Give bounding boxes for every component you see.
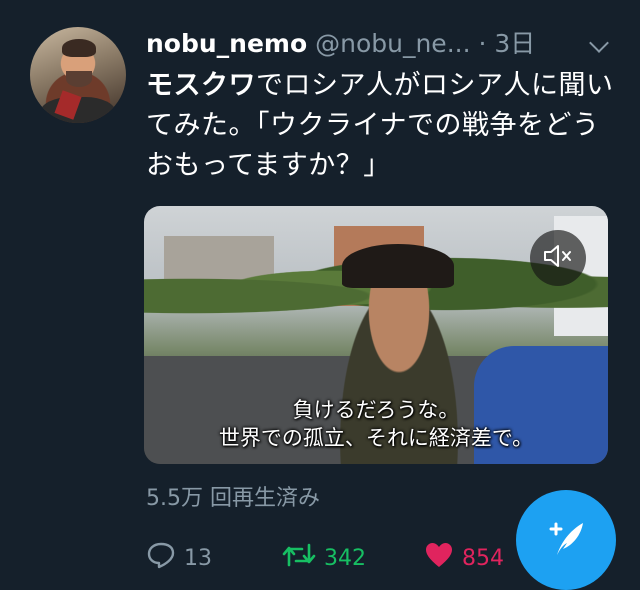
- view-count: 5.5万 回再生済み: [146, 486, 320, 511]
- caption-line-1: 負けるだろうな。: [292, 398, 460, 422]
- heart-icon: [424, 541, 462, 575]
- author-name[interactable]: nobu_nemo: [146, 29, 307, 58]
- tweet-text-bold: モスクワ: [146, 70, 256, 101]
- reply-button[interactable]: 13: [146, 540, 212, 576]
- avatar[interactable]: [30, 27, 126, 123]
- caption-line-2: 世界での孤立、それに経済差で。: [218, 426, 534, 450]
- like-button[interactable]: 854: [424, 540, 504, 576]
- compose-tweet-button[interactable]: [516, 490, 616, 590]
- speaker-muted-icon: [543, 243, 573, 273]
- like-count: 854: [462, 545, 504, 571]
- tweet-header: nobu_nemo @nobu_ne... · 3日: [146, 26, 600, 62]
- action-bar: 13 342 854: [146, 540, 526, 576]
- retweet-button[interactable]: 342: [282, 540, 366, 576]
- reply-count: 13: [184, 545, 212, 571]
- mute-button[interactable]: [530, 230, 586, 286]
- retweet-count: 342: [324, 545, 366, 571]
- video-caption: 負けるだろうな。 世界での孤立、それに経済差で。: [144, 396, 608, 452]
- author-handle[interactable]: @nobu_ne...: [315, 29, 470, 58]
- compose-feather-icon: [541, 513, 591, 567]
- separator: ·: [478, 29, 487, 58]
- tweet-text: モスクワでロシア人がロシア人に聞いてみた。「ウクライナでの戦争をどうおもってます…: [146, 66, 621, 186]
- tweet-time[interactable]: 3日: [494, 29, 535, 58]
- reply-icon: [146, 541, 184, 575]
- retweet-icon: [282, 541, 324, 575]
